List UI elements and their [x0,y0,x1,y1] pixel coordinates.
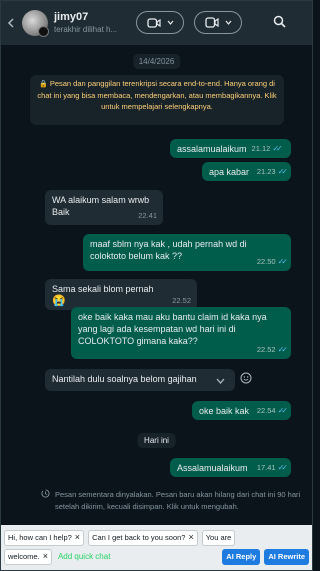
ai-reply-button[interactable]: AI Reply [222,548,261,565]
chevron-down-icon [216,371,225,389]
smiley-icon [240,371,252,388]
message-time: 21.12 [251,144,271,153]
back-arrow-icon[interactable] [4,1,18,45]
message-incoming[interactable]: Sama sekali blom pernah😭 22.52 [45,279,197,310]
read-ticks-icon: ✓✓ [272,144,283,153]
chevron-down-icon [225,20,232,25]
chat-header: jimy07 terakhir dilihat h... [1,1,312,45]
search-icon [273,15,286,32]
message-menu-button[interactable] [208,371,232,389]
video-call-icon [146,17,161,28]
encryption-notice-text: Pesan dan panggilan terenkripsi secara e… [37,79,277,111]
read-ticks-icon: ✓✓ [277,345,289,354]
message-outgoing[interactable]: apa kabar 21.23 ✓✓ [202,162,291,181]
quick-chat-chip-part[interactable]: welcome. × [4,548,52,565]
read-ticks-icon: ✓✓ [277,463,289,472]
close-icon[interactable]: × [188,533,193,542]
read-ticks-icon: ✓✓ [277,406,289,415]
message-outgoing[interactable]: Assalamualaikum 17.41 ✓✓ [170,458,291,477]
message-text: Nantilah dulu soalnya belom gajihan [52,374,197,384]
message-outgoing[interactable]: oke baik kak 22.54 ✓✓ [192,401,291,420]
message-time: 22.52 [256,345,276,354]
message-text: assalamualaikum [177,144,247,154]
message-incoming[interactable]: Nantilah dulu soalnya belom gajihan [45,369,235,391]
message-outgoing[interactable]: oke baik kaka mau aku bantu claim id kak… [71,307,291,359]
message-time: 22.41 [138,211,157,220]
chevron-down-icon [167,20,174,25]
lock-icon: 🔒 [39,81,48,88]
message-text: oke baik kak [199,406,250,416]
message-time: 21.23 [256,167,276,176]
ai-rewrite-button[interactable]: AI Rewrite [264,548,309,565]
timer-icon [41,489,50,513]
close-icon[interactable]: × [75,533,80,542]
add-quick-chat-button[interactable]: Add quick chat [58,552,110,561]
ephemeral-notice-text: Pesan sementara dinyalakan. Pesan baru a… [55,490,301,511]
day-separator: Hari ini [137,433,176,448]
quick-chat-bar: Hi, how can I help? × Can I get back to … [1,525,312,570]
quick-chat-chip-part[interactable]: You are [201,529,236,546]
read-ticks-icon: ✓✓ [277,167,289,176]
read-ticks-icon: ✓✓ [277,257,289,266]
message-text: maaf sblm nya kak , udah pernah wd di co… [90,239,247,261]
message-text: apa kabar [209,167,250,177]
date-separator: 14/4/2026 [132,54,181,69]
message-time: 17.41 [256,463,276,472]
message-text: Assalamualaikum [177,463,248,473]
message-list[interactable]: 14/4/2026 🔒 Pesan dan panggilan terenkri… [1,45,312,525]
quick-chat-chip[interactable]: Can I get back to you soon? × [88,529,198,546]
message-time: 22.52 [172,296,191,305]
message-text: Sama sekali blom pernah [52,284,154,294]
video-call-button[interactable] [136,11,184,34]
message-outgoing[interactable]: maaf sblm nya kak , udah pernah wd di co… [83,234,291,271]
avatar[interactable] [22,10,49,37]
react-emoji-button[interactable] [240,371,254,385]
message-outgoing[interactable]: assalamualaikum 21.12 ✓✓ [170,139,291,158]
message-text: oke baik kaka mau aku bantu claim id kak… [78,312,267,346]
crying-face-emoji: 😭 [52,295,66,307]
quick-chat-chip[interactable]: Hi, how can I help? × [4,529,85,546]
search-button[interactable] [273,15,286,33]
encryption-notice[interactable]: 🔒 Pesan dan panggilan terenkripsi secara… [30,75,284,125]
voice-call-button[interactable] [194,11,242,34]
message-incoming[interactable]: WA alaikum salam wrwb Baik 22.41 [45,190,163,225]
chat-window: jimy07 terakhir dilihat h... 14/4/2026 🔒… [0,0,313,571]
ephemeral-notice[interactable]: Pesan sementara dinyalakan. Pesan baru a… [41,489,303,513]
close-icon[interactable]: × [43,552,48,561]
voice-call-icon [204,17,219,28]
message-time: 22.54 [256,406,276,415]
message-time: 22.50 [256,257,276,266]
